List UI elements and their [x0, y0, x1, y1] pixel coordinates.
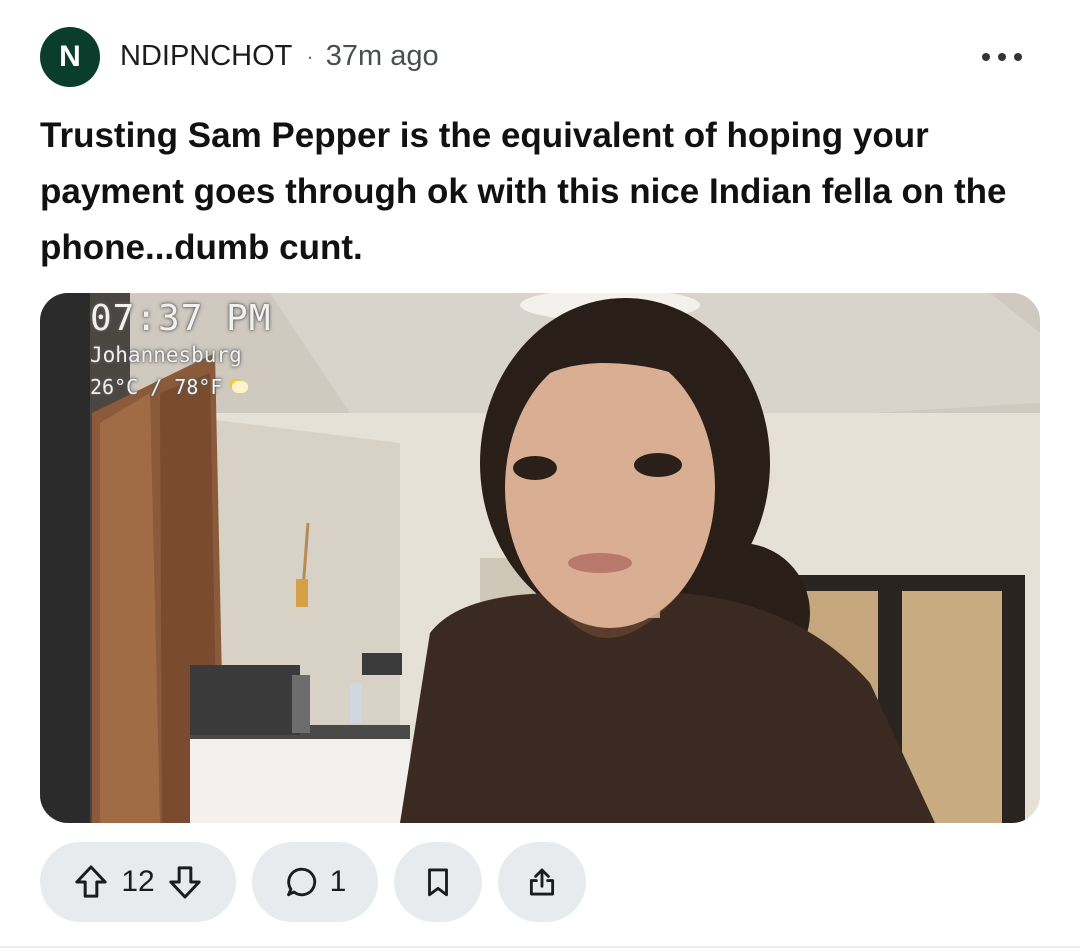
author-username[interactable]: NDIPNCHOT: [120, 40, 292, 73]
share-button[interactable]: [498, 842, 586, 922]
post-meta: NDIPNCHOT · 37m ago: [120, 40, 439, 73]
post-image[interactable]: 07:37 PM Johannesburg 26°C / 78°F: [40, 293, 1040, 823]
more-options-icon[interactable]: [982, 43, 1022, 71]
bookmark-icon: [421, 865, 455, 899]
comment-count: 1: [329, 865, 347, 898]
post-divider: [0, 946, 1080, 948]
author-avatar[interactable]: N: [40, 27, 100, 87]
share-icon: [525, 865, 559, 899]
meta-separator: ·: [306, 43, 314, 69]
webcam-overlay: 07:37 PM Johannesburg 26°C / 78°F: [90, 299, 271, 401]
post-header: N NDIPNCHOT · 37m ago: [40, 27, 1040, 87]
comments-button[interactable]: 1: [252, 842, 378, 922]
overlay-city: Johannesburg: [90, 343, 242, 367]
vote-count: 12: [121, 865, 155, 898]
downvote-arrow-icon[interactable]: [165, 862, 205, 902]
overlay-temperature: 26°C / 78°F: [90, 373, 271, 401]
post-title[interactable]: Trusting Sam Pepper is the equivalent of…: [40, 108, 1040, 276]
upvote-arrow-icon[interactable]: [71, 862, 111, 902]
post-timestamp: 37m ago: [325, 40, 439, 72]
save-button[interactable]: [394, 842, 482, 922]
overlay-time: 07:37 PM: [90, 298, 272, 339]
comment-bubble-icon: [284, 864, 320, 900]
partly-cloudy-icon: [232, 381, 249, 393]
post-action-bar: 12 1: [40, 842, 586, 922]
overlay-temperature-text: 26°C / 78°F: [90, 375, 223, 399]
vote-control: 12: [40, 842, 236, 922]
